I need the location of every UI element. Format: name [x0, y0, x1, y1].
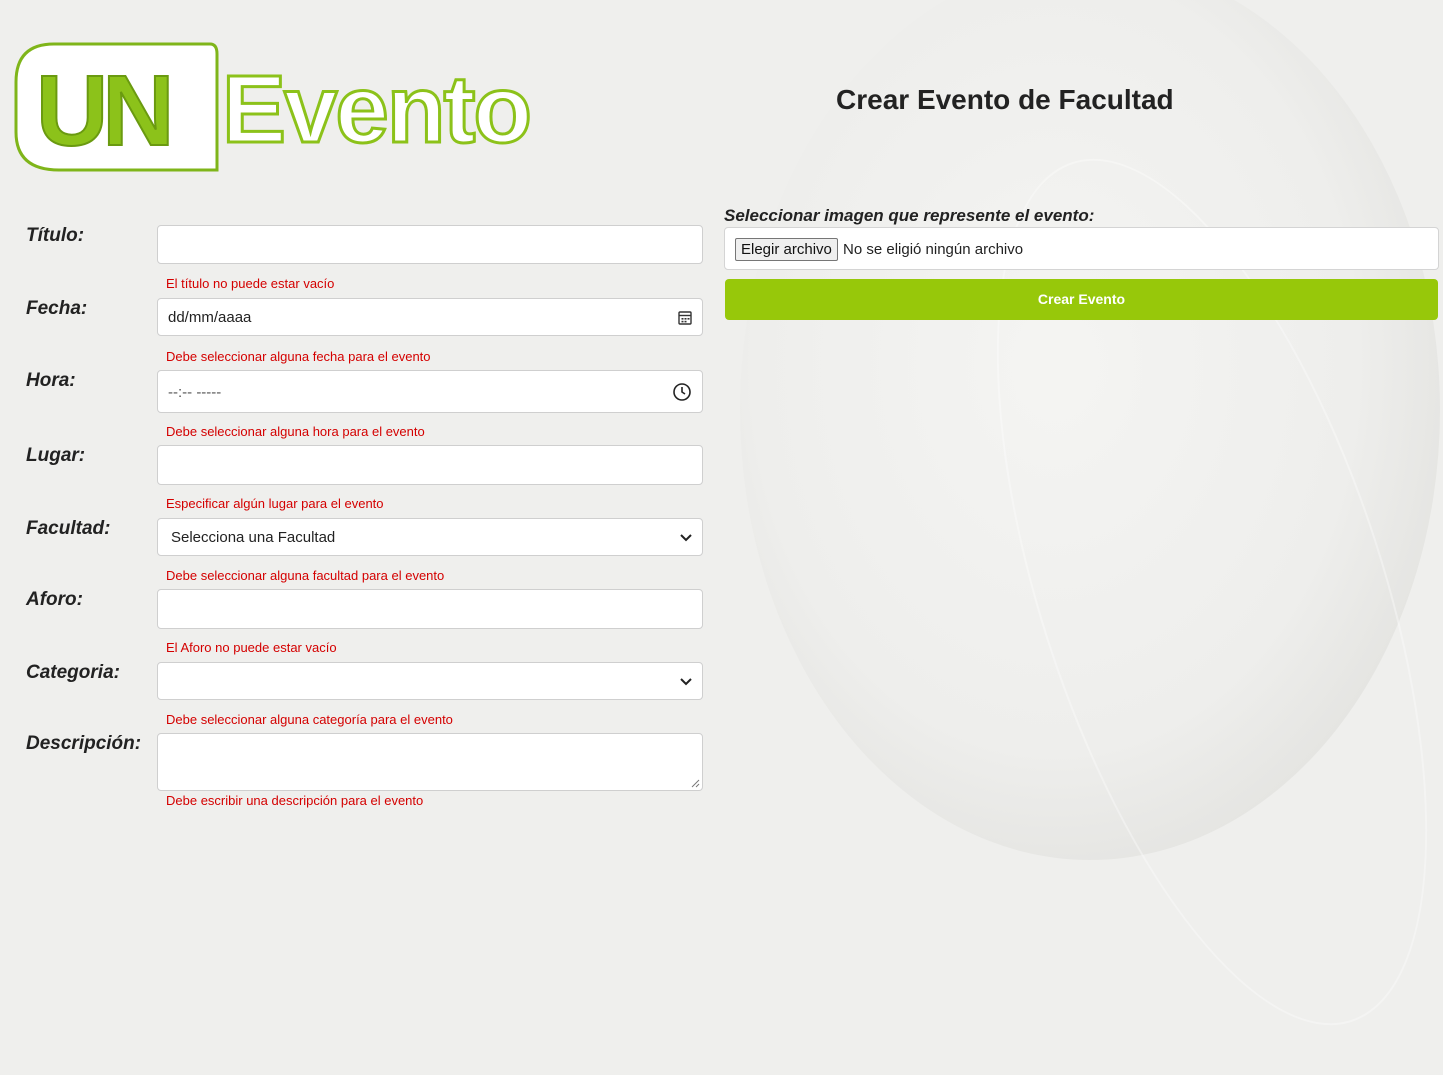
titulo-error: El título no puede estar vacío — [166, 276, 335, 291]
unevento-logo: UN Evento — [14, 42, 534, 172]
descripcion-label: Descripción: — [26, 733, 142, 754]
aforo-error: El Aforo no puede estar vacío — [166, 640, 337, 655]
categoria-select[interactable] — [157, 662, 703, 700]
fecha-input-value: dd/mm/aaaa — [168, 309, 252, 326]
facultad-select-value: Selecciona una Facultad — [171, 529, 336, 546]
hora-label: Hora: — [26, 370, 76, 391]
categoria-label: Categoria: — [26, 662, 120, 683]
logo-evento-text: Evento — [222, 56, 530, 163]
chevron-down-icon — [680, 678, 692, 686]
facultad-error: Debe seleccionar alguna facultad para el… — [166, 568, 445, 583]
lugar-error: Especificar algún lugar para el evento — [166, 496, 384, 511]
chevron-down-icon — [680, 534, 692, 542]
fecha-label: Fecha: — [26, 298, 88, 319]
facultad-label: Facultad: — [26, 518, 111, 539]
image-file-input[interactable]: Elegir archivo No se eligió ningún archi… — [724, 227, 1439, 270]
lugar-input[interactable] — [157, 445, 703, 485]
logo-un-text: UN — [36, 55, 168, 167]
descripcion-textarea[interactable] — [157, 733, 703, 791]
titulo-input[interactable] — [157, 225, 703, 264]
fecha-error: Debe seleccionar alguna fecha para el ev… — [166, 349, 431, 364]
file-status-text: No se eligió ningún archivo — [843, 241, 1024, 258]
fecha-input[interactable]: dd/mm/aaaa — [157, 298, 703, 336]
calendar-icon[interactable] — [678, 310, 692, 326]
hora-error: Debe seleccionar alguna hora para el eve… — [166, 424, 425, 439]
choose-file-button[interactable]: Elegir archivo — [735, 238, 838, 261]
descripcion-error: Debe escribir una descripción para el ev… — [166, 793, 424, 808]
lugar-label: Lugar: — [26, 445, 86, 466]
image-upload-label: Seleccionar imagen que represente el eve… — [724, 206, 1095, 225]
aforo-input[interactable] — [157, 589, 703, 629]
categoria-error: Debe seleccionar alguna categoría para e… — [166, 712, 453, 727]
aforo-label: Aforo: — [26, 589, 83, 610]
crear-evento-button[interactable]: Crear Evento — [725, 279, 1438, 320]
hora-input[interactable]: --:-- ----- — [157, 370, 703, 413]
facultad-select[interactable]: Selecciona una Facultad — [157, 518, 703, 556]
clock-icon[interactable] — [672, 382, 692, 402]
titulo-label: Título: — [26, 225, 85, 246]
page-title: Crear Evento de Facultad — [836, 84, 1174, 115]
resize-handle-icon[interactable] — [690, 778, 700, 788]
hora-input-value: --:-- ----- — [168, 384, 222, 401]
